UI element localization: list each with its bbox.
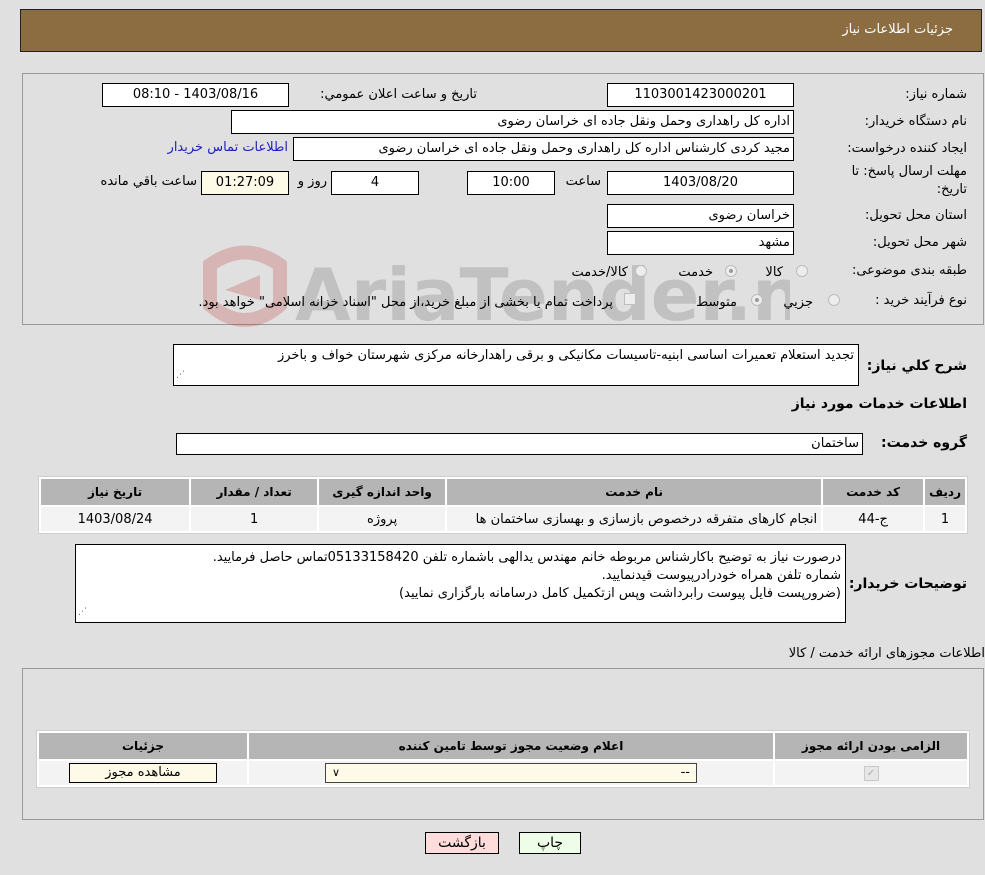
buyer-notes-line-1: درصورت نیاز به توضیح باکارشناس مربوطه خا… bbox=[212, 550, 841, 565]
col-service-code: کد خدمت bbox=[823, 479, 924, 505]
description-textarea[interactable]: تجدید استعلام تعمیرات اساسی ابنیه-تاسیسا… bbox=[173, 344, 859, 386]
category-radio-service[interactable] bbox=[725, 265, 737, 277]
permits-table: الزامی بودن ارائه مجوز اعلام وضعیت مجوز … bbox=[36, 730, 970, 788]
days-label: روز و bbox=[297, 174, 327, 189]
cell-need-date: 1403/08/24 bbox=[41, 507, 190, 531]
buyer-notes-line-3: (ضرورپست فایل پیوست رابرداشت وپس ازتکمیل… bbox=[399, 586, 841, 601]
cell-service-code: ج-44 bbox=[823, 507, 924, 531]
province-label: استان محل تحویل: bbox=[865, 208, 967, 223]
category-radio-goods[interactable] bbox=[796, 265, 808, 277]
province-field: خراسان رضوی bbox=[607, 204, 794, 228]
resize-grip-icon[interactable]: ⋰ bbox=[78, 603, 87, 621]
days-remaining-field: 4 bbox=[331, 171, 419, 195]
permits-table-header: الزامی بودن ارائه مجوز اعلام وضعیت مجوز … bbox=[39, 733, 967, 759]
category-option-service: خدمت bbox=[678, 265, 713, 280]
page-header: جزئیات اطلاعات نیاز bbox=[20, 9, 982, 52]
cell-permit-details: مشاهده مجوز bbox=[39, 761, 247, 785]
permits-section-title: اطلاعات مجوزهای ارائه خدمت / کالا bbox=[788, 646, 985, 661]
col-service-name: نام خدمت bbox=[447, 479, 822, 505]
service-group-label: گروه خدمت: bbox=[881, 435, 967, 451]
deadline-label-date: تاریخ: bbox=[936, 182, 967, 197]
services-table: ردیف کد خدمت نام خدمت واحد اندازه گیری ت… bbox=[38, 476, 968, 534]
back-button[interactable]: بازگشت bbox=[425, 832, 499, 854]
category-option-goods-service: کالا/خدمت bbox=[571, 265, 628, 280]
print-button[interactable]: چاپ bbox=[519, 832, 581, 854]
city-label: شهر محل تحویل: bbox=[872, 235, 967, 250]
cell-permit-required: ✓ bbox=[775, 761, 967, 785]
announce-label: تاريخ و ساعت اعلان عمومي: bbox=[320, 87, 477, 102]
buyer-notes-textarea[interactable]: درصورت نیاز به توضیح باکارشناس مربوطه خا… bbox=[75, 544, 846, 623]
services-section-title: اطلاعات خدمات مورد نیاز bbox=[791, 396, 967, 412]
buyer-notes-line-2: شماره تلفن همراه خودرادرپیوست قیدنمایید. bbox=[601, 568, 841, 583]
buyer-contact-link[interactable]: اطلاعات تماس خریدار bbox=[168, 140, 288, 155]
col-row-number: ردیف bbox=[925, 479, 965, 505]
permit-status-select[interactable]: -- ∨ bbox=[325, 763, 697, 783]
category-option-goods: کالا bbox=[765, 265, 783, 280]
process-type-label: نوع فرآیند خرید : bbox=[875, 293, 967, 308]
buyer-org-field: اداره کل راهداری وحمل ونقل جاده ای خراسا… bbox=[231, 110, 794, 134]
description-label: شرح كلي نياز: bbox=[866, 358, 967, 374]
need-number-field: 1103001423000201 bbox=[607, 83, 794, 107]
service-group-field: ساختمان bbox=[176, 433, 863, 455]
deadline-time-field: 10:00 bbox=[467, 171, 555, 195]
cell-quantity: 1 bbox=[191, 507, 318, 531]
process-radio-medium[interactable] bbox=[751, 294, 763, 306]
buyer-org-label: نام دستگاه خریدار: bbox=[864, 114, 967, 129]
remaining-time-label: ساعت باقي مانده bbox=[100, 174, 197, 189]
deadline-time-label: ساعت bbox=[565, 174, 601, 189]
deadline-date-field: 1403/08/20 bbox=[607, 171, 794, 195]
category-radio-goods-service[interactable] bbox=[635, 265, 647, 277]
permit-required-checkbox[interactable]: ✓ bbox=[863, 766, 879, 781]
need-number-label: شماره نیاز: bbox=[905, 87, 967, 102]
deadline-label: مهلت ارسال پاسخ: تا bbox=[851, 164, 967, 179]
description-text: تجدید استعلام تعمیرات اساسی ابنیه-تاسیسا… bbox=[277, 348, 854, 363]
col-permit-status: اعلام وضعیت مجوز توسط تامین کننده bbox=[249, 733, 773, 759]
table-row: 1 ج-44 انجام کارهای متفرقه درخصوص بازساز… bbox=[41, 507, 965, 531]
col-permit-details: جزئیات bbox=[39, 733, 247, 759]
cell-service-name: انجام کارهای متفرقه درخصوص بازسازی و بهس… bbox=[447, 507, 822, 531]
view-permit-button[interactable]: مشاهده مجوز bbox=[69, 763, 217, 783]
creator-field: مجید کردی کارشناس اداره کل راهداری وحمل … bbox=[293, 137, 794, 161]
category-label: طبقه بندی موضوعی: bbox=[851, 263, 967, 278]
col-quantity: تعداد / مقدار bbox=[191, 479, 318, 505]
creator-label: ایجاد کننده درخواست: bbox=[847, 141, 967, 156]
cell-row-number: 1 bbox=[925, 507, 965, 531]
treasury-checkbox[interactable] bbox=[624, 293, 636, 305]
buyer-notes-label: توضیحات خریدار: bbox=[848, 576, 967, 592]
col-unit: واحد اندازه گیری bbox=[319, 479, 446, 505]
treasury-note: پرداخت تمام یا بخشی از مبلغ خرید،از محل … bbox=[198, 295, 613, 310]
process-option-medium: متوسط bbox=[696, 295, 737, 310]
table-row: ✓ -- ∨ مشاهده مجوز bbox=[39, 761, 967, 785]
remaining-time-field: 01:27:09 bbox=[201, 171, 289, 195]
services-table-header: ردیف کد خدمت نام خدمت واحد اندازه گیری ت… bbox=[41, 479, 965, 505]
col-permit-required: الزامی بودن ارائه مجوز bbox=[775, 733, 967, 759]
permit-status-value: -- bbox=[680, 765, 690, 780]
process-option-minor: جزيي bbox=[783, 295, 813, 310]
page-title: جزئیات اطلاعات نیاز bbox=[842, 22, 953, 37]
chevron-down-icon: ∨ bbox=[332, 766, 341, 779]
city-field: مشهد bbox=[607, 231, 794, 255]
process-radio-minor[interactable] bbox=[828, 294, 840, 306]
cell-permit-status: -- ∨ bbox=[249, 761, 773, 785]
cell-unit: پروژه bbox=[319, 507, 446, 531]
announce-datetime-field: 1403/08/16 - 08:10 bbox=[102, 83, 289, 107]
col-need-date: تاریخ نیاز bbox=[41, 479, 190, 505]
resize-grip-icon[interactable]: ⋰ bbox=[176, 366, 185, 384]
